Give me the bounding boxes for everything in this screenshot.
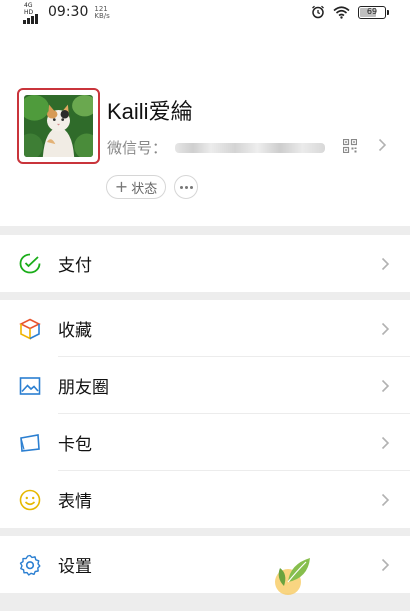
menu-item-favorites[interactable]: 收藏 bbox=[0, 300, 410, 357]
qr-code-icon[interactable] bbox=[343, 139, 357, 153]
leaf-watermark-logo bbox=[275, 558, 310, 595]
wechat-id-row[interactable]: 微信号： bbox=[107, 137, 326, 158]
menu-group-main: 收藏 朋友圈 卡包 表情 bbox=[0, 300, 410, 528]
avatar[interactable] bbox=[17, 88, 100, 164]
status-bar: 4G HD 09:30 121 KB/s 69 bbox=[0, 0, 410, 26]
chevron-right-icon bbox=[381, 493, 390, 506]
menu-item-settings[interactable]: 设置 bbox=[0, 536, 410, 593]
moments-photo-icon bbox=[19, 376, 41, 395]
menu-label-cards: 卡包 bbox=[58, 435, 92, 455]
network-speed: 121 KB/s bbox=[94, 6, 110, 20]
menu-label-stickers: 表情 bbox=[58, 492, 92, 512]
menu-item-cards[interactable]: 卡包 bbox=[0, 414, 410, 471]
plus-icon: + bbox=[114, 177, 129, 196]
clock: 09:30 bbox=[48, 4, 89, 20]
avatar-cat-photo bbox=[24, 95, 93, 157]
menu-label-settings: 设置 bbox=[58, 557, 92, 577]
menu-label-moments: 朋友圈 bbox=[58, 378, 109, 398]
menu-item-pay[interactable]: 支付 bbox=[0, 235, 410, 292]
status-label: 状态 bbox=[131, 181, 158, 197]
wechat-id-blurred bbox=[175, 142, 326, 153]
menu-item-stickers[interactable]: 表情 bbox=[0, 471, 410, 528]
chevron-right-icon[interactable] bbox=[378, 138, 387, 152]
battery-icon: 69 bbox=[358, 5, 389, 19]
chevron-right-icon bbox=[381, 558, 390, 571]
sticker-smile-icon bbox=[19, 489, 41, 510]
menu-item-moments[interactable]: 朋友圈 bbox=[0, 357, 410, 414]
profile-card[interactable]: Kaili爱綸 微信号： + 状态 bbox=[0, 26, 410, 226]
chevron-right-icon bbox=[381, 257, 390, 270]
menu-label-favorites: 收藏 bbox=[58, 321, 92, 341]
pay-icon bbox=[19, 253, 41, 273]
alarm-icon bbox=[312, 5, 324, 19]
more-icon[interactable] bbox=[174, 175, 198, 199]
settings-gear-icon bbox=[19, 554, 41, 576]
card-wallet-icon bbox=[20, 433, 40, 452]
battery-level: 69 bbox=[366, 6, 378, 16]
network-speed-unit: KB/s bbox=[94, 12, 110, 20]
chevron-right-icon bbox=[381, 379, 390, 392]
wifi-icon bbox=[333, 5, 350, 19]
status-right: 69 bbox=[311, 5, 389, 19]
add-status-button[interactable]: + 状态 bbox=[106, 175, 166, 199]
chevron-right-icon bbox=[381, 436, 390, 449]
chevron-right-icon bbox=[381, 322, 390, 335]
profile-name: Kaili爱綸 bbox=[107, 99, 193, 124]
favorites-cube-icon bbox=[19, 318, 41, 340]
wechat-id-label: 微信号： bbox=[107, 139, 168, 157]
status-left: 4G HD 09:30 121 KB/s bbox=[22, 2, 110, 24]
menu-label-pay: 支付 bbox=[58, 256, 92, 276]
menu-group-pay: 支付 bbox=[0, 235, 410, 292]
menu-group-settings: 设置 bbox=[0, 536, 410, 593]
signal-icon: 4G HD bbox=[22, 2, 42, 24]
